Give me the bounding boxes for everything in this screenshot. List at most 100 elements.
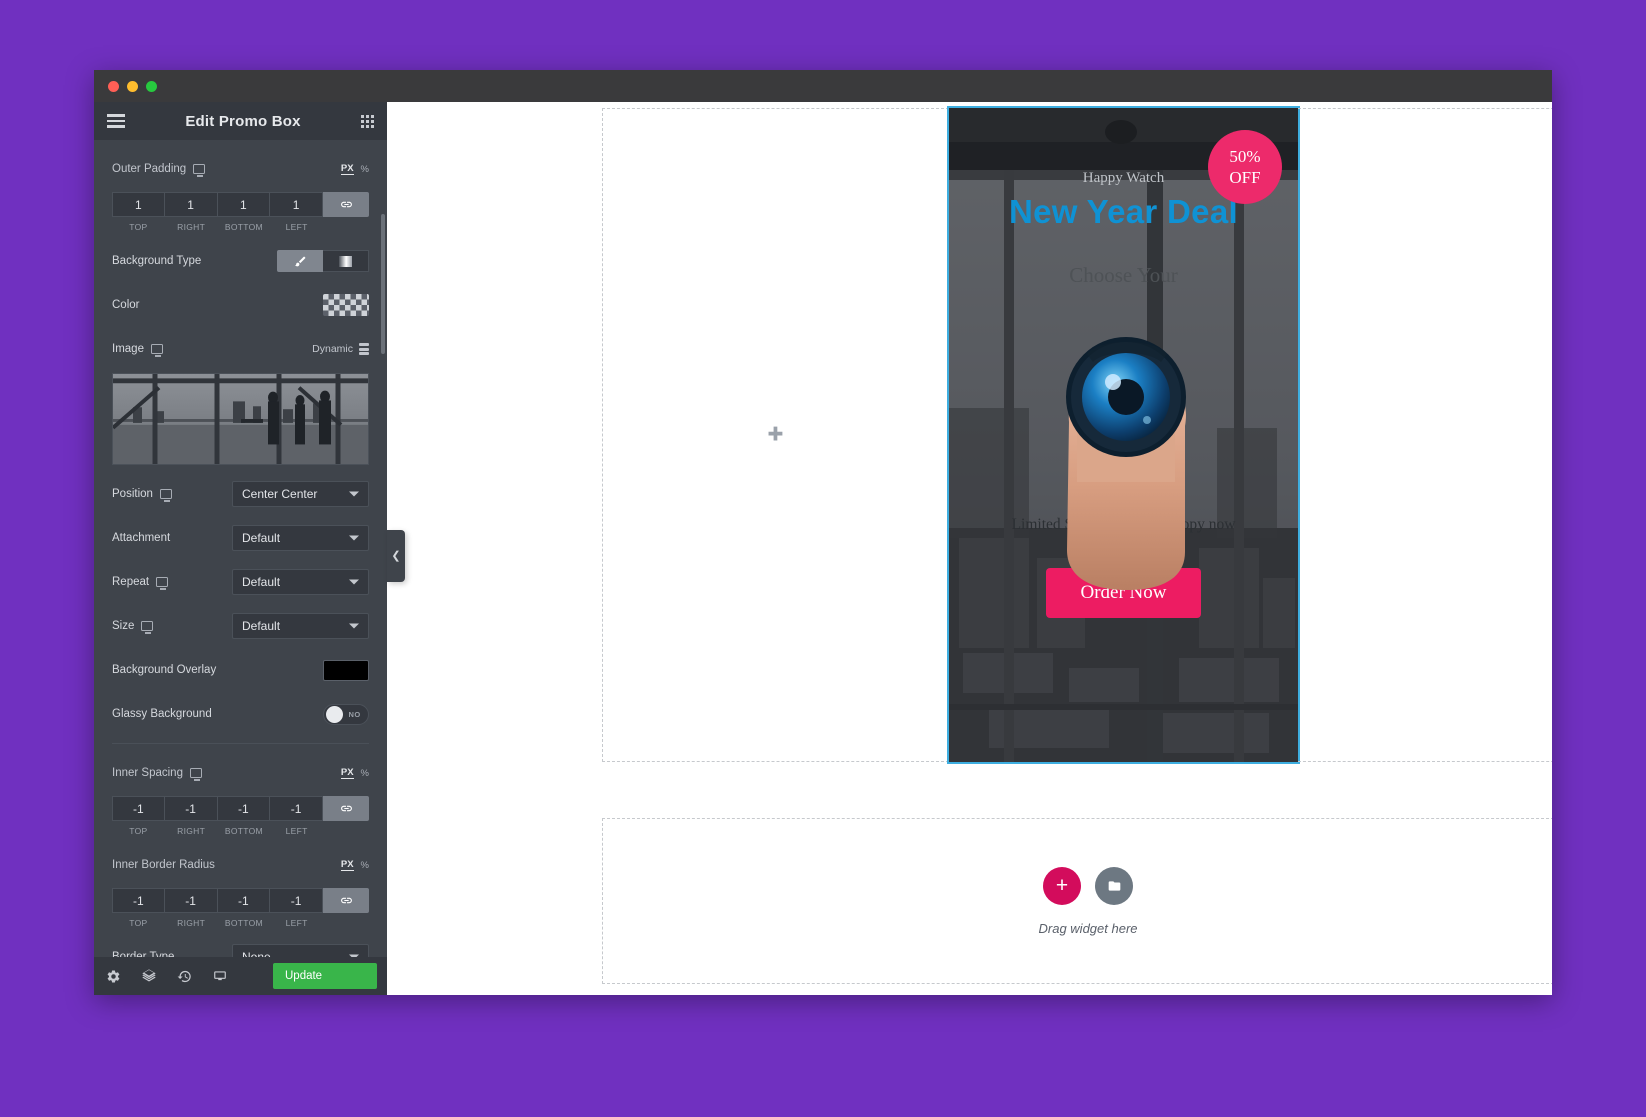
image-preview[interactable]: [112, 373, 369, 465]
outer-padding-row: Outer Padding PX %: [112, 154, 369, 184]
background-overlay-row: Background Overlay: [112, 655, 369, 685]
inner-spacing-right-input[interactable]: -1: [164, 796, 218, 821]
glassy-background-toggle[interactable]: NO: [323, 703, 369, 725]
responsive-monitor-icon[interactable]: [156, 577, 169, 590]
toggle-knob: [325, 705, 343, 723]
inner-spacing-top-label: TOP: [129, 826, 148, 836]
chevron-down-icon: [349, 579, 359, 585]
dynamic-tag-button[interactable]: Dynamic: [312, 343, 369, 355]
gradient-icon: [339, 255, 352, 267]
dynamic-label: Dynamic: [312, 343, 353, 355]
background-type-classic-button[interactable]: [277, 250, 323, 272]
hamburger-icon[interactable]: [107, 114, 125, 128]
discount-badge-line2: OFF: [1229, 168, 1261, 187]
background-overlay-swatch[interactable]: [323, 659, 369, 681]
panel-scroll-area[interactable]: Outer Padding PX % 1 TOP 1 RIGHT 1 BOTTO…: [94, 140, 387, 957]
inner-border-radius-right-input[interactable]: -1: [164, 888, 218, 913]
gear-icon[interactable]: [106, 969, 121, 984]
repeat-select[interactable]: Default: [232, 569, 369, 595]
position-select[interactable]: Center Center: [232, 481, 369, 507]
panel-collapse-handle[interactable]: ❮: [387, 530, 405, 582]
browser-window: Edit Promo Box Outer Padding PX % 1 TOP …: [94, 70, 1552, 995]
unit-px[interactable]: PX: [340, 767, 354, 779]
canvas-column-promo[interactable]: 50% OFF Happy Watch New Year Deal Choose…: [947, 106, 1300, 764]
promo-box-widget[interactable]: 50% OFF Happy Watch New Year Deal Choose…: [947, 106, 1300, 764]
inner-border-radius-inputs: -1 TOP -1 RIGHT -1 BOTTOM -1 LEFT: [112, 888, 369, 928]
inner-spacing-inputs: -1 TOP -1 RIGHT -1 BOTTOM -1 LEFT: [112, 796, 369, 836]
plus-icon[interactable]: ✚: [768, 426, 784, 445]
chevron-left-icon: ❮: [391, 549, 401, 562]
grid-icon[interactable]: [361, 114, 374, 128]
border-type-select[interactable]: None: [232, 944, 369, 957]
outer-padding-bottom-input[interactable]: 1: [217, 192, 271, 217]
panel-scrollbar[interactable]: [381, 214, 385, 354]
outer-padding-top-input[interactable]: 1: [112, 192, 165, 217]
inner-spacing-bottom: -1 BOTTOM: [217, 796, 271, 836]
size-select[interactable]: Default: [232, 613, 369, 639]
background-type-gradient-button[interactable]: [323, 250, 369, 272]
inner-border-radius-bottom-input[interactable]: -1: [217, 888, 271, 913]
attachment-select[interactable]: Default: [232, 525, 369, 551]
elementor-panel: Edit Promo Box Outer Padding PX % 1 TOP …: [94, 102, 387, 995]
inner-border-radius-bottom-label: BOTTOM: [224, 918, 263, 928]
inner-border-radius-row: Inner Border Radius PX %: [112, 850, 369, 880]
update-button[interactable]: Update: [273, 963, 377, 989]
unit-percent[interactable]: %: [361, 768, 369, 779]
inner-border-radius-left-input[interactable]: -1: [270, 888, 323, 913]
repeat-row: Repeat Default: [112, 567, 369, 597]
inner-border-radius-link-icon[interactable]: [323, 888, 369, 913]
inner-border-radius-left: -1 LEFT: [270, 888, 323, 928]
outer-padding-left-input[interactable]: 1: [270, 192, 323, 217]
window-close-button[interactable]: [108, 80, 119, 92]
inner-spacing-bottom-label: BOTTOM: [224, 826, 263, 836]
inner-spacing-link-icon[interactable]: [323, 796, 369, 821]
folder-icon[interactable]: [1095, 866, 1133, 905]
chevron-down-icon: [349, 535, 359, 541]
responsive-monitor-icon[interactable]: [189, 768, 202, 781]
unit-px[interactable]: PX: [340, 859, 354, 871]
inner-spacing-left-input[interactable]: -1: [270, 796, 323, 821]
canvas-column-empty-left[interactable]: ✚: [602, 108, 949, 762]
repeat-value: Default: [242, 575, 281, 589]
repeat-label-text: Repeat: [112, 576, 150, 588]
unit-percent[interactable]: %: [361, 164, 369, 175]
inner-border-radius-label: Inner Border Radius: [112, 859, 215, 871]
outer-padding-right-input[interactable]: 1: [164, 192, 218, 217]
responsive-monitor-icon[interactable]: [150, 344, 163, 357]
canvas-column-empty-right[interactable]: [1298, 108, 1552, 762]
unit-percent[interactable]: %: [361, 860, 369, 871]
responsive-icon[interactable]: [212, 969, 228, 983]
size-label: Size: [112, 620, 154, 634]
widget-dropzone[interactable]: + Drag widget here: [602, 818, 1552, 984]
responsive-monitor-icon[interactable]: [141, 621, 154, 634]
color-swatch[interactable]: [323, 294, 369, 316]
layers-icon[interactable]: [141, 968, 157, 984]
dropzone-label: Drag widget here: [1038, 920, 1138, 936]
canvas-section: ✚ 50% OFF Happy Watch New Year Deal Choo…: [602, 106, 1552, 764]
size-label-text: Size: [112, 620, 135, 632]
image-label-text: Image: [112, 343, 144, 355]
inner-border-radius-top-input[interactable]: -1: [112, 888, 165, 913]
inner-spacing-bottom-input[interactable]: -1: [217, 796, 271, 821]
outer-padding-left: 1 LEFT: [270, 192, 323, 232]
responsive-monitor-icon[interactable]: [193, 164, 206, 177]
inner-spacing-units: PX %: [340, 767, 369, 779]
inner-spacing-top-input[interactable]: -1: [112, 796, 165, 821]
border-type-dropdown: None None Solid Double Dotted Dashed Gro…: [232, 944, 369, 957]
window-maximize-button[interactable]: [146, 80, 157, 92]
outer-padding-label: Outer Padding: [112, 163, 206, 177]
window-minimize-button[interactable]: [127, 80, 138, 92]
history-icon[interactable]: [177, 969, 192, 984]
outer-padding-link-icon[interactable]: [323, 192, 369, 217]
repeat-label: Repeat: [112, 576, 169, 590]
outer-padding-units: PX %: [340, 163, 369, 175]
chevron-down-icon: [349, 623, 359, 629]
responsive-monitor-icon[interactable]: [159, 489, 172, 502]
unit-px[interactable]: PX: [340, 163, 354, 175]
background-overlay-label: Background Overlay: [112, 664, 217, 676]
inner-spacing-left-label: LEFT: [285, 826, 308, 836]
watch-product-image: [1009, 302, 1239, 592]
inner-spacing-top: -1 TOP: [112, 796, 165, 836]
add-widget-button[interactable]: +: [1043, 866, 1081, 905]
editor-canvas: ✚ 50% OFF Happy Watch New Year Deal Choo…: [387, 102, 1552, 995]
